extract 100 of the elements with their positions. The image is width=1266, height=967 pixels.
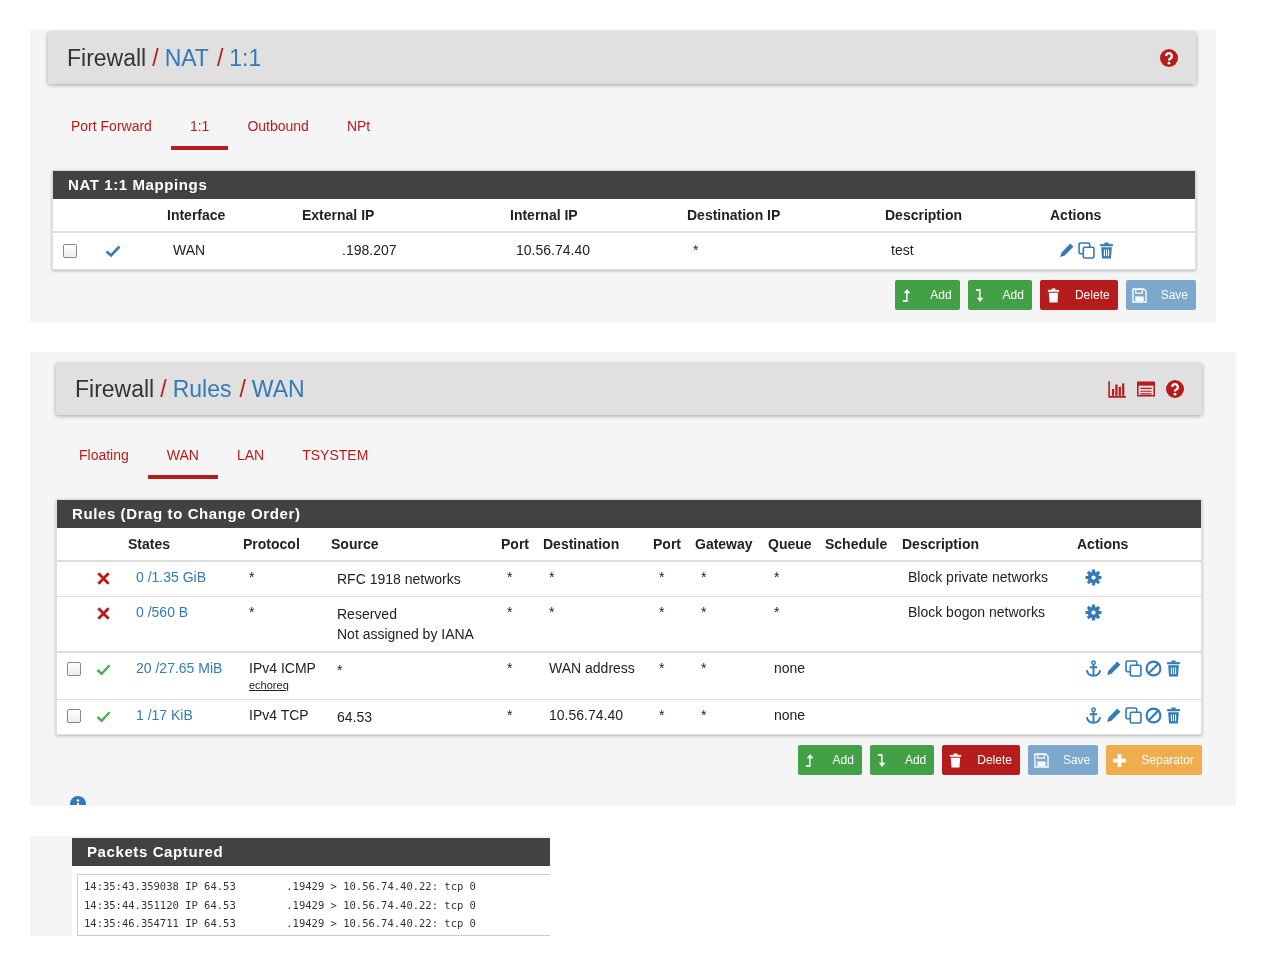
column-header: Destination xyxy=(543,536,620,552)
column-header: Port xyxy=(653,536,681,552)
protocol-detail-link[interactable]: echoreq xyxy=(243,679,289,691)
table-cell-text: test xyxy=(890,242,914,258)
table-cell-text: * xyxy=(506,569,513,585)
log-line: 14:35:44.351120 IP 64.53 .19429 > 10.56.74.40.22: tcp 0 xyxy=(84,897,477,913)
cross-icon[interactable] xyxy=(96,605,111,621)
bar-chart-icon[interactable] xyxy=(1108,380,1126,398)
states-link[interactable]: 20 /27.65 MiB xyxy=(128,660,223,676)
column-header: External IP xyxy=(302,207,375,223)
row-checkbox[interactable] xyxy=(67,709,81,723)
table-cell-text: 10.56.74.40 xyxy=(548,707,623,723)
column-header: Actions xyxy=(1077,536,1129,552)
table-cell-text: * xyxy=(248,569,255,585)
table-cell-text: RFC 1918 networks xyxy=(336,570,462,589)
column-header: Queue xyxy=(768,536,812,552)
cross-icon[interactable] xyxy=(96,570,111,586)
table-cell-text: IPv4 ICMP xyxy=(248,660,316,676)
breadcrumb-link[interactable]: WAN xyxy=(251,375,305,403)
tab[interactable]: Floating xyxy=(60,439,148,479)
breadcrumb-separator: / xyxy=(160,375,167,403)
table-cell-text: * xyxy=(658,707,665,723)
breadcrumb-link[interactable]: Rules xyxy=(172,375,232,403)
ban-icon[interactable] xyxy=(1145,707,1162,724)
add-bottom-button[interactable]: Add xyxy=(869,745,935,775)
breadcrumb-separator: / xyxy=(216,44,224,72)
panel-title: Packets Captured xyxy=(72,838,550,866)
breadcrumb-separator: / xyxy=(239,375,246,403)
log-line: 14:35:46.354711 IP 64.53 .19429 > 10.56.74.40.22: tcp 0 xyxy=(84,916,477,931)
column-header: States xyxy=(128,536,171,552)
settings-icon[interactable] xyxy=(1085,604,1102,621)
row-checkbox[interactable] xyxy=(63,244,77,258)
states-link[interactable]: 0 /560 B xyxy=(128,604,189,620)
tab[interactable]: NPt xyxy=(327,110,390,150)
table-cell-text: * xyxy=(658,569,665,585)
table-cell-text: none xyxy=(773,660,806,676)
trash-icon[interactable] xyxy=(1098,242,1115,259)
anchor-icon[interactable] xyxy=(1085,660,1102,677)
copy-icon[interactable] xyxy=(1125,660,1142,677)
edit-icon[interactable] xyxy=(1058,242,1075,259)
panel-title: Rules (Drag to Change Order) xyxy=(57,500,1201,528)
table-cell-text: * xyxy=(773,604,780,620)
table-cell-text: * xyxy=(248,604,255,620)
checkmark-icon[interactable] xyxy=(105,243,121,260)
breadcrumb-link[interactable]: NAT xyxy=(164,44,209,72)
help-icon[interactable] xyxy=(1166,380,1184,398)
breadcrumb-link[interactable]: 1:1 xyxy=(229,44,262,72)
column-header: Schedule xyxy=(825,536,888,552)
edit-icon[interactable] xyxy=(1105,660,1122,677)
plus-icon xyxy=(1112,752,1128,768)
trash-icon[interactable] xyxy=(1165,660,1182,677)
copy-icon[interactable] xyxy=(1078,242,1095,259)
tab[interactable]: WAN xyxy=(147,439,218,479)
column-header: Actions xyxy=(1050,207,1102,223)
table-cell-text: 64.53 xyxy=(336,708,374,727)
states-link[interactable]: 1 /17 KiB xyxy=(128,707,193,723)
table-cell-text: * xyxy=(506,660,513,676)
delete-button[interactable]: Delete xyxy=(1039,280,1118,311)
states-link[interactable]: 0 /1.35 GiB xyxy=(128,569,207,585)
table-cell-text: * xyxy=(506,604,513,620)
list-icon[interactable] xyxy=(1137,380,1155,398)
ban-icon[interactable] xyxy=(1145,660,1162,677)
table-cell-text: * xyxy=(506,707,513,723)
tab[interactable]: 1:1 xyxy=(170,110,229,150)
add-top-button[interactable]: Add xyxy=(797,745,862,775)
breadcrumb-text: Firewall xyxy=(75,375,155,403)
trash-icon[interactable] xyxy=(1165,707,1182,724)
column-header: Port xyxy=(501,536,529,552)
log-line: 14:35:43.359038 IP 64.53 .19429 > 10.56.74.40.22: tcp 0 xyxy=(84,879,477,894)
column-header: Protocol xyxy=(243,536,300,552)
trash-icon xyxy=(1045,287,1061,303)
column-header: Description xyxy=(885,207,962,223)
add-top-button[interactable]: Add xyxy=(895,280,960,311)
anchor-icon[interactable] xyxy=(1085,707,1102,724)
help-icon[interactable] xyxy=(1160,49,1178,67)
table-cell-text: * xyxy=(548,604,555,620)
tab[interactable]: Outbound xyxy=(228,110,328,150)
delete-button[interactable]: Delete xyxy=(942,745,1020,775)
table-cell-text: .198.207 xyxy=(341,242,397,258)
settings-icon[interactable] xyxy=(1085,569,1102,586)
table-cell-text: * xyxy=(700,569,707,585)
tab[interactable]: LAN xyxy=(217,439,284,479)
table-cell-text: * xyxy=(700,707,707,723)
tab[interactable]: Port Forward xyxy=(52,110,171,150)
edit-icon[interactable] xyxy=(1105,707,1122,724)
table-cell-text: WAN address xyxy=(548,660,635,676)
copy-icon[interactable] xyxy=(1125,707,1142,724)
table-cell-text: Block private networks xyxy=(907,569,1049,585)
table-cell-text: * xyxy=(336,661,344,680)
table-cell-text: IPv4 TCP xyxy=(248,707,309,723)
add-bottom-button[interactable]: Add xyxy=(967,280,1032,311)
column-header: Description xyxy=(902,536,979,552)
row-checkbox[interactable] xyxy=(67,662,81,676)
table-cell-text: Reserved xyxy=(336,605,398,624)
tab[interactable]: TSYSTEM xyxy=(283,439,388,479)
table-cell-text: * xyxy=(700,660,707,676)
table-cell-text: Block bogon networks xyxy=(907,604,1045,620)
panel-title: NAT 1:1 Mappings xyxy=(53,171,1195,199)
table-cell-text: Not assigned by IANA xyxy=(336,625,475,644)
breadcrumb-separator: / xyxy=(152,44,159,72)
